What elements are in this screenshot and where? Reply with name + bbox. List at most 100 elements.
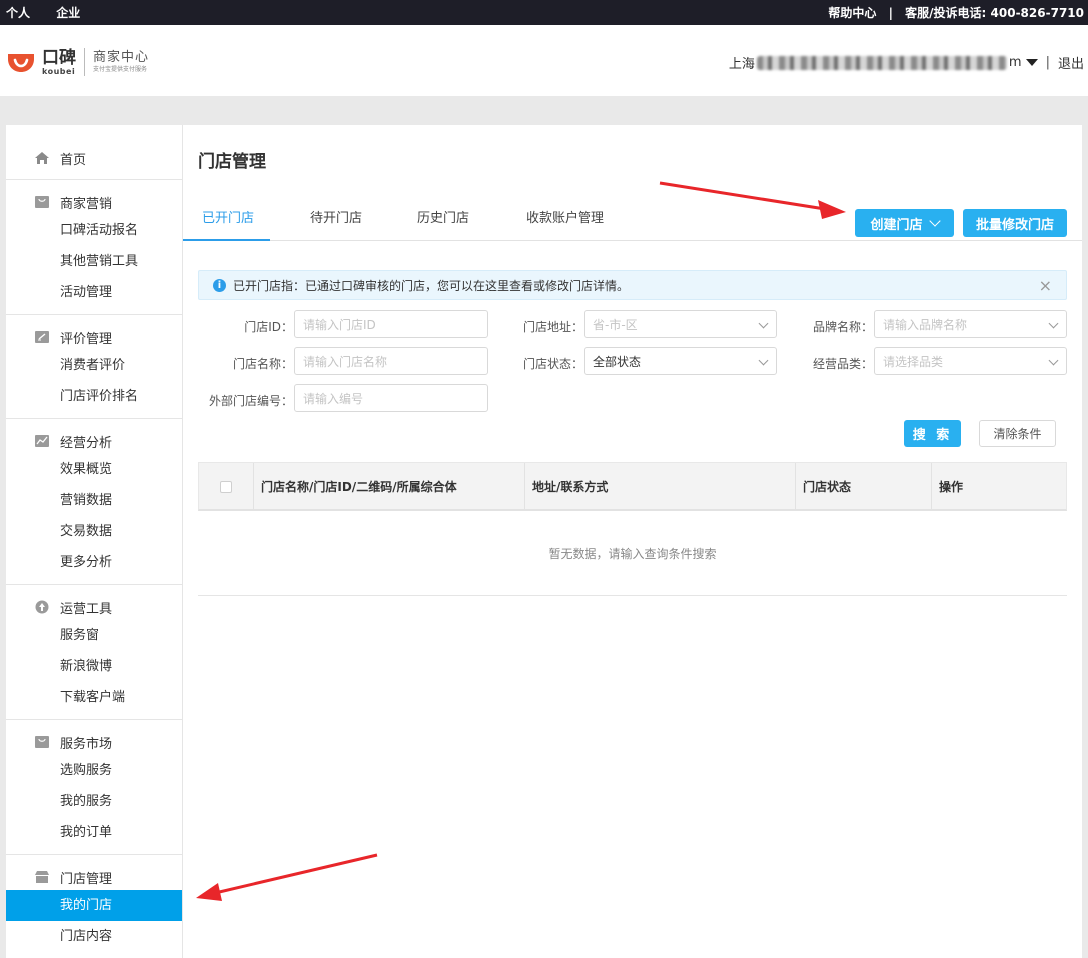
- category-placeholder: 请选择品类: [883, 354, 944, 369]
- chart-icon: [34, 434, 50, 448]
- store-address-placeholder: 省-市-区: [593, 317, 638, 332]
- select-all-checkbox[interactable]: [220, 480, 232, 493]
- store-status-value: 全部状态: [593, 354, 642, 369]
- batch-edit-stores-button[interactable]: 批量修改门店: [963, 209, 1067, 237]
- chevron-down-icon: [758, 355, 769, 366]
- sidebar-group-label: 评价管理: [60, 331, 113, 347]
- chevron-down-icon: [1048, 318, 1059, 329]
- help-center-link[interactable]: 帮助中心: [828, 6, 876, 20]
- sidebar-item-my-services[interactable]: 我的服务: [6, 786, 182, 817]
- topbar-separator: |: [888, 6, 893, 20]
- info-notice: i 已开门店指：已通过口碑审核的门店，您可以在这里查看或修改门店详情。 ×: [198, 270, 1067, 300]
- store-id-label: 门店ID：: [244, 320, 293, 334]
- sidebar-item-marketing-data[interactable]: 营销数据: [6, 485, 182, 516]
- koubei-logo-icon: [6, 51, 36, 73]
- store-address-label: 门店地址：: [522, 320, 583, 334]
- column-header-store: 门店名称/门店ID/二维码/所属综合体: [254, 463, 525, 510]
- create-store-button[interactable]: 创建门店: [855, 209, 954, 237]
- sidebar-group-label: 商家营销: [60, 196, 113, 212]
- sidebar-item-home[interactable]: 首页: [6, 145, 182, 171]
- header-separator: |: [1045, 55, 1050, 70]
- create-store-label: 创建门店: [870, 217, 923, 233]
- store-icon: [34, 870, 50, 884]
- sidebar-item-download-client[interactable]: 下载客户端: [6, 682, 182, 713]
- header: 口碑 koubei 商家中心 支付宝提供支付服务 上海 m | 退出: [0, 25, 1088, 96]
- user-account-dropdown[interactable]: 上海 m: [729, 53, 1038, 72]
- sidebar-item-weibo[interactable]: 新浪微博: [6, 651, 182, 682]
- brand-name-label: 品牌名称：: [812, 320, 873, 334]
- brand-name-placeholder: 请输入品牌名称: [883, 317, 968, 332]
- tab-history-stores[interactable]: 历史门店: [417, 207, 469, 226]
- column-header-address: 地址/联系方式: [525, 463, 796, 510]
- search-button[interactable]: 搜 索: [904, 420, 961, 447]
- sidebar-item-activity-management[interactable]: 活动管理: [6, 277, 182, 308]
- info-icon: i: [213, 278, 226, 292]
- sidebar: 首页 商家营销 口碑活动报名 其他营销工具 活动管理 评价管理 消费者评价 门店…: [6, 125, 183, 958]
- sidebar-item-my-stores[interactable]: 我的门店: [6, 890, 182, 921]
- sidebar-item-buy-services[interactable]: 选购服务: [6, 755, 182, 786]
- main-panel: 门店管理 已开门店 待开门店 历史门店 收款账户管理 创建门店 批量修改门店 i…: [183, 125, 1082, 958]
- sidebar-group-analysis[interactable]: 经营分析: [6, 428, 182, 454]
- sidebar-item-other-marketing[interactable]: 其他营销工具: [6, 246, 182, 277]
- chevron-down-icon: [1048, 355, 1059, 366]
- sidebar-group-service-market[interactable]: 服务市场: [6, 729, 182, 755]
- user-area: 上海 m | 退出: [729, 53, 1084, 72]
- edit-icon: [34, 330, 50, 344]
- store-id-input[interactable]: 请输入门店ID: [294, 310, 488, 338]
- enterprise-link[interactable]: 企业: [56, 6, 80, 20]
- store-address-select[interactable]: 省-市-区: [584, 310, 777, 338]
- sidebar-item-overview[interactable]: 效果概览: [6, 454, 182, 485]
- table-header: 门店名称/门店ID/二维码/所属综合体 地址/联系方式 门店状态 操作: [198, 462, 1067, 511]
- sidebar-group-tools[interactable]: 运营工具: [6, 594, 182, 620]
- table-empty-message: 暂无数据，请输入查询条件搜索: [198, 511, 1067, 596]
- tab-payment-accounts[interactable]: 收款账户管理: [526, 207, 604, 226]
- category-select[interactable]: 请选择品类: [874, 347, 1067, 375]
- chevron-down-icon: [758, 318, 769, 329]
- store-status-label: 门店状态：: [522, 357, 583, 371]
- stores-table: 门店名称/门店ID/二维码/所属综合体 地址/联系方式 门店状态 操作 暂无数据…: [198, 462, 1067, 596]
- sidebar-group-label: 门店管理: [60, 871, 113, 887]
- logout-link[interactable]: 退出: [1058, 53, 1084, 72]
- caret-down-icon: [1025, 59, 1038, 66]
- sidebar-item-consumer-reviews[interactable]: 消费者评价: [6, 350, 182, 381]
- external-id-input[interactable]: 请输入编号: [294, 384, 488, 412]
- bag-icon: [34, 195, 50, 209]
- sidebar-item-service-window[interactable]: 服务窗: [6, 620, 182, 651]
- sidebar-group-label: 服务市场: [60, 736, 113, 752]
- merchant-center-subtitle: 支付宝提供支付服务: [93, 66, 148, 73]
- sidebar-home-label: 首页: [60, 152, 87, 168]
- chevron-down-icon: [928, 215, 941, 227]
- notice-text: 已开门店指：已通过口碑审核的门店，您可以在这里查看或修改门店详情。: [233, 278, 630, 293]
- sidebar-item-transaction-data[interactable]: 交易数据: [6, 516, 182, 547]
- koubei-logo[interactable]: 口碑 koubei 商家中心 支付宝提供支付服务: [6, 46, 149, 78]
- bag-icon: [34, 735, 50, 749]
- top-bar: 个人 企业 帮助中心 | 客服/投诉电话: 400-826-7710: [0, 0, 1088, 25]
- active-tab-indicator: [183, 239, 270, 241]
- sidebar-item-my-orders[interactable]: 我的订单: [6, 817, 182, 848]
- user-name-prefix: 上海: [728, 57, 755, 72]
- sidebar-item-koubei-activity[interactable]: 口碑活动报名: [6, 215, 182, 246]
- tab-pending-stores[interactable]: 待开门店: [310, 207, 362, 226]
- sidebar-group-marketing[interactable]: 商家营销: [6, 189, 182, 215]
- sidebar-item-store-content[interactable]: 门店内容: [6, 921, 182, 952]
- tool-icon: [34, 600, 50, 614]
- external-id-label: 外部门店编号：: [208, 394, 293, 408]
- store-name-label: 门店名称：: [232, 357, 293, 371]
- user-name-suffix: m: [1008, 55, 1022, 70]
- logo-en: koubei: [42, 66, 76, 76]
- merchant-center-title: 商家中心: [93, 50, 150, 65]
- sidebar-group-label: 运营工具: [60, 601, 113, 617]
- brand-name-select[interactable]: 请输入品牌名称: [874, 310, 1067, 338]
- select-all-cell: [199, 463, 254, 510]
- sidebar-item-more-analysis[interactable]: 更多分析: [6, 547, 182, 578]
- clear-conditions-button[interactable]: 清除条件: [979, 420, 1056, 447]
- logo-cn: 口碑: [42, 47, 76, 68]
- store-status-select[interactable]: 全部状态: [584, 347, 777, 375]
- personal-link[interactable]: 个人: [6, 6, 30, 20]
- sidebar-group-reviews[interactable]: 评价管理: [6, 324, 182, 350]
- close-icon[interactable]: ×: [1039, 276, 1052, 295]
- sidebar-item-store-ranking[interactable]: 门店评价排名: [6, 381, 182, 412]
- store-name-input[interactable]: 请输入门店名称: [294, 347, 488, 375]
- tab-open-stores[interactable]: 已开门店: [202, 207, 254, 226]
- sidebar-group-store-management[interactable]: 门店管理: [6, 864, 182, 890]
